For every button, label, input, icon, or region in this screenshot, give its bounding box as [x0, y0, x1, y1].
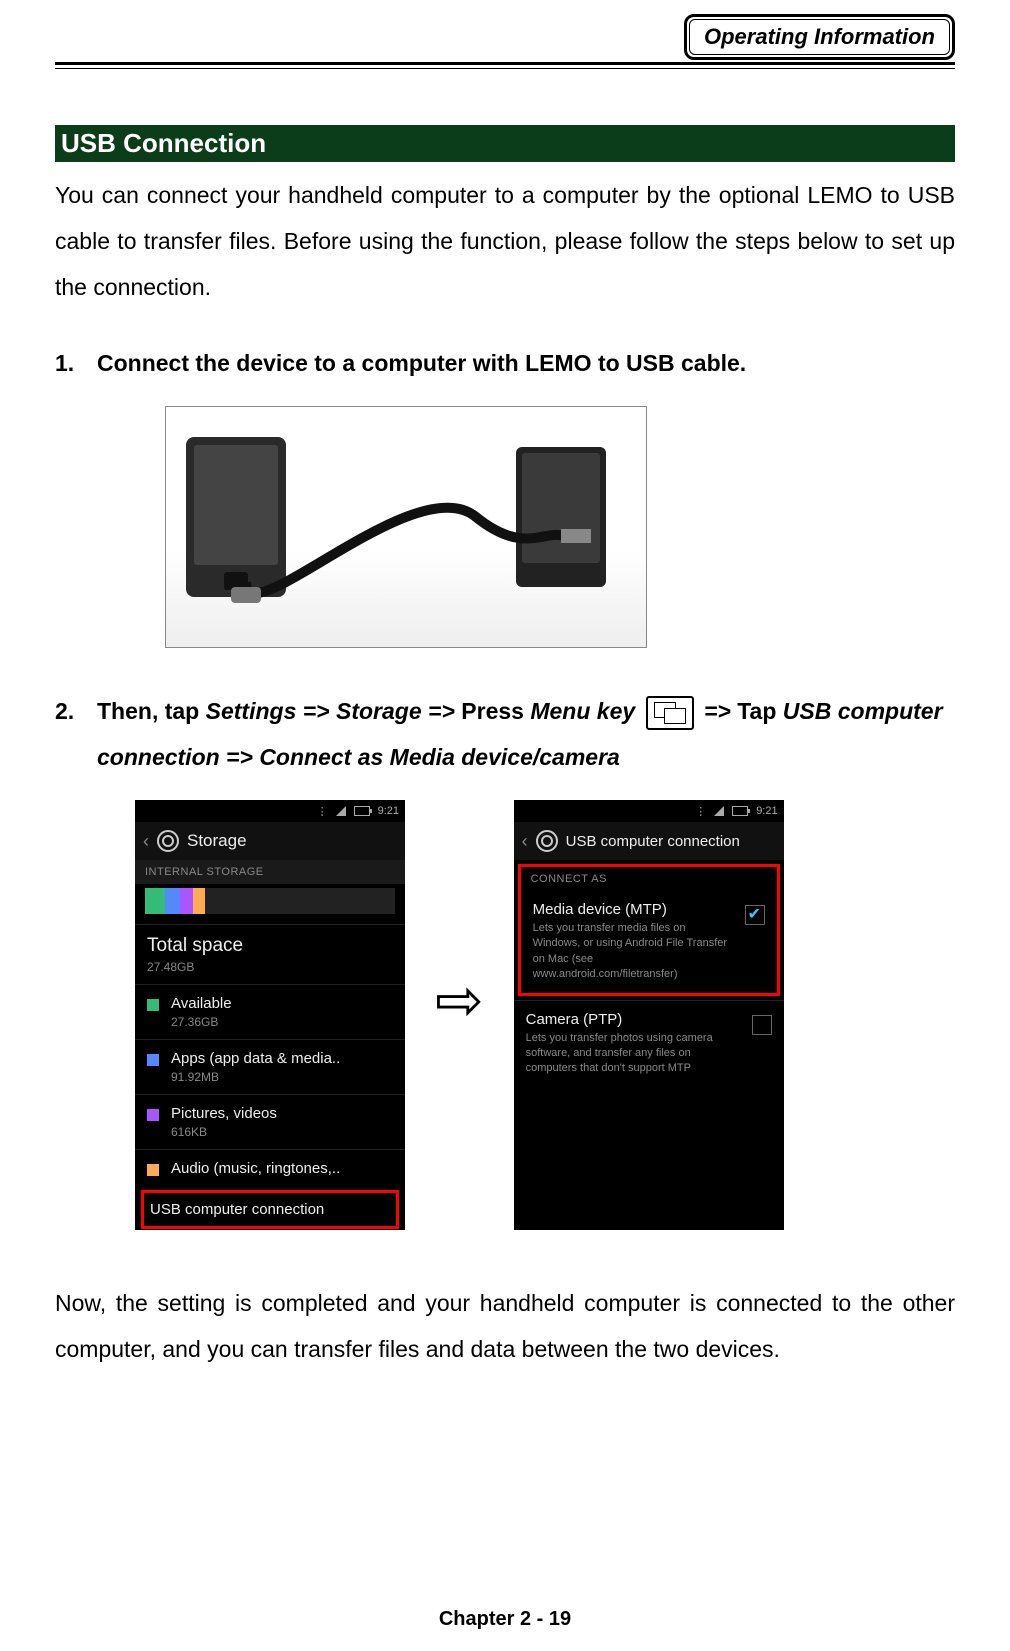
cable-illustration	[166, 407, 646, 647]
option-ptp-label: Camera (PTP)	[526, 1011, 742, 1028]
step-2-text: Then, tap Settings => Storage => Press M…	[97, 688, 955, 780]
option-mtp[interactable]: Media device (MTP) Lets you transfer med…	[521, 891, 777, 993]
status-bar: ⋮ 9:21	[135, 800, 405, 822]
step-1-text: Connect the device to a computer with LE…	[97, 340, 955, 386]
step-2-press: Press	[461, 698, 530, 724]
storage-row-available[interactable]: Available 27.36GB	[135, 984, 405, 1039]
arrow-right-icon: ⇨	[435, 966, 484, 1034]
section-title-bar: USB Connection	[55, 125, 955, 162]
row-sub: 27.36GB	[171, 1015, 393, 1029]
option-ptp[interactable]: Camera (PTP) Lets you transfer photos us…	[514, 1000, 784, 1087]
row-label: Pictures, videos	[171, 1105, 393, 1122]
storage-row-pictures[interactable]: Pictures, videos 616KB	[135, 1094, 405, 1149]
step-2-number: 2.	[55, 688, 97, 780]
color-swatch-icon	[147, 1054, 159, 1066]
screen2-section-header: CONNECT AS	[521, 867, 777, 891]
gear-icon	[157, 830, 179, 852]
screenshot-usb-connection: ⋮ 9:21 ‹ USB computer connection CONNECT…	[514, 800, 784, 1230]
bluetooth-icon: ⋮	[695, 805, 706, 818]
row-label: Available	[171, 995, 393, 1012]
status-bar: ⋮ 9:21	[514, 800, 784, 822]
back-icon[interactable]: ‹	[522, 831, 528, 852]
screen1-titlebar: ‹ Storage	[135, 822, 405, 860]
bluetooth-icon: ⋮	[317, 805, 328, 818]
step-2-tap: Tap	[737, 698, 783, 724]
signal-icon	[336, 806, 346, 816]
step-2-path-1: Settings => Storage =>	[206, 698, 462, 724]
total-space-row[interactable]: Total space 27.48GB	[135, 924, 405, 984]
step-1: 1. Connect the device to a computer with…	[55, 340, 955, 386]
header-rule-thin	[55, 68, 955, 69]
header-rule	[55, 62, 955, 65]
closing-paragraph: Now, the setting is completed and your h…	[55, 1280, 955, 1372]
total-space-label: Total space	[147, 935, 393, 957]
checkbox-unchecked-icon[interactable]	[752, 1015, 772, 1035]
total-space-value: 27.48GB	[147, 960, 393, 974]
row-sub: 91.92MB	[171, 1070, 393, 1084]
step-2-arrow: =>	[704, 698, 737, 724]
signal-icon	[714, 806, 724, 816]
menu-key-icon	[646, 696, 694, 730]
color-swatch-icon	[147, 999, 159, 1011]
screenshot-storage: ⋮ 9:21 ‹ Storage INTERNAL STORAGE Total …	[135, 800, 405, 1230]
screen1-title: Storage	[187, 831, 247, 851]
status-time: 9:21	[378, 805, 399, 817]
chapter-tab-label: Operating Information	[689, 19, 950, 55]
storage-usage-bar	[145, 888, 395, 914]
intro-paragraph: You can connect your handheld computer t…	[55, 172, 955, 310]
chapter-tab: Operating Information	[684, 14, 955, 60]
row-label: Apps (app data & media..	[171, 1050, 393, 1067]
step-2: 2. Then, tap Settings => Storage => Pres…	[55, 688, 955, 780]
back-icon[interactable]: ‹	[143, 831, 149, 852]
storage-row-apps[interactable]: Apps (app data & media.. 91.92MB	[135, 1039, 405, 1094]
step-2-menukey: Menu key	[530, 698, 635, 724]
row-label: Audio (music, ringtones,..	[171, 1160, 393, 1177]
battery-icon	[354, 806, 370, 816]
screenshots-row: ⋮ 9:21 ‹ Storage INTERNAL STORAGE Total …	[135, 800, 955, 1230]
screen2-title: USB computer connection	[566, 833, 740, 850]
option-mtp-sub: Lets you transfer media files on Windows…	[533, 921, 735, 983]
option-ptp-sub: Lets you transfer photos using camera so…	[526, 1031, 742, 1077]
option-mtp-label: Media device (MTP)	[533, 901, 735, 918]
checkbox-checked-icon[interactable]	[745, 905, 765, 925]
battery-icon	[732, 806, 748, 816]
color-swatch-icon	[147, 1164, 159, 1176]
color-swatch-icon	[147, 1109, 159, 1121]
screen1-section-header: INTERNAL STORAGE	[135, 860, 405, 884]
step-1-number: 1.	[55, 340, 97, 386]
row-sub: 616KB	[171, 1125, 393, 1139]
page-footer: Chapter 2 - 19	[0, 1608, 1010, 1631]
storage-row-audio[interactable]: Audio (music, ringtones,..	[135, 1149, 405, 1190]
screen2-titlebar: ‹ USB computer connection	[514, 822, 784, 860]
cable-photo	[165, 406, 647, 648]
step-2-pre: Then, tap	[97, 698, 206, 724]
usb-connection-row-highlighted[interactable]: USB computer connection	[141, 1190, 399, 1229]
status-time: 9:21	[756, 805, 777, 817]
gear-icon	[536, 830, 558, 852]
